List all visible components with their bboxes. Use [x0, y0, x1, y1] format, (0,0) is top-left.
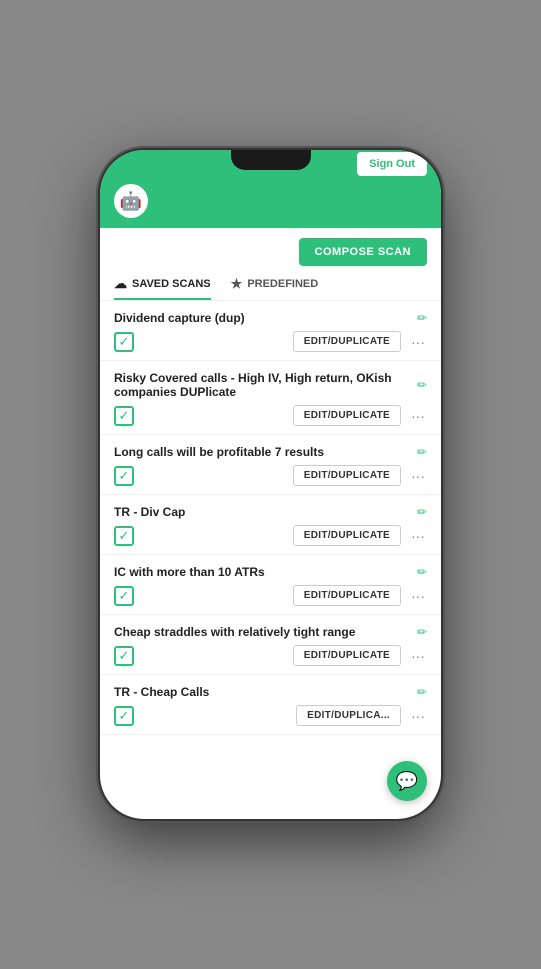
- scan-title: Risky Covered calls - High IV, High retu…: [114, 371, 411, 399]
- phone-screen: Sign Out 🤖 COMPOSE SCAN ☁ SAVED SCANS ★ …: [100, 150, 441, 819]
- scan-title: TR - Cheap Calls: [114, 685, 411, 699]
- logo-icon: 🤖: [114, 184, 148, 218]
- scan-actions: ✓ EDIT/DUPLICATE ···: [114, 585, 427, 606]
- header-logo: 🤖: [114, 184, 148, 218]
- cloud-icon: ☁: [114, 276, 127, 292]
- edit-duplicate-button[interactable]: EDIT/DUPLICATE: [293, 405, 401, 426]
- scan-title-row: TR - Cheap Calls ✏: [114, 685, 427, 699]
- scan-title: Dividend capture (dup): [114, 311, 411, 325]
- scan-item: TR - Cheap Calls ✏ ✓ EDIT/DUPLICA... ···: [100, 675, 441, 735]
- edit-duplicate-button[interactable]: EDIT/DUPLICATE: [293, 585, 401, 606]
- scan-actions: ✓ EDIT/DUPLICATE ···: [114, 465, 427, 486]
- compose-scan-button[interactable]: COMPOSE SCAN: [299, 238, 427, 266]
- tabs: ☁ SAVED SCANS ★ PREDEFINED: [100, 276, 441, 301]
- scan-title-row: Cheap straddles with relatively tight ra…: [114, 625, 427, 639]
- scan-checkbox[interactable]: ✓: [114, 586, 134, 606]
- scan-title-row: Risky Covered calls - High IV, High retu…: [114, 371, 427, 399]
- edit-pencil-icon[interactable]: ✏: [417, 505, 427, 519]
- scan-actions: ✓ EDIT/DUPLICATE ···: [114, 405, 427, 426]
- scan-item: Dividend capture (dup) ✏ ✓ EDIT/DUPLICAT…: [100, 301, 441, 361]
- chat-icon: 💬: [396, 771, 418, 792]
- tab-predefined-label: PREDEFINED: [247, 278, 318, 290]
- scan-title-row: TR - Div Cap ✏: [114, 505, 427, 519]
- compose-bar: COMPOSE SCAN: [100, 228, 441, 276]
- logo-emoji: 🤖: [120, 191, 142, 212]
- more-options-icon[interactable]: ···: [409, 408, 427, 424]
- scan-item: Risky Covered calls - High IV, High retu…: [100, 361, 441, 435]
- more-options-icon[interactable]: ···: [409, 648, 427, 664]
- scan-title-row: Dividend capture (dup) ✏: [114, 311, 427, 325]
- scan-title-row: Long calls will be profitable 7 results …: [114, 445, 427, 459]
- edit-pencil-icon[interactable]: ✏: [417, 685, 427, 699]
- scan-checkbox[interactable]: ✓: [114, 332, 134, 352]
- scan-title: Cheap straddles with relatively tight ra…: [114, 625, 411, 639]
- star-icon: ★: [231, 276, 243, 292]
- edit-pencil-icon[interactable]: ✏: [417, 445, 427, 459]
- scan-checkbox[interactable]: ✓: [114, 406, 134, 426]
- status-bar: Sign Out: [100, 150, 441, 178]
- edit-pencil-icon[interactable]: ✏: [417, 378, 427, 392]
- scan-title: IC with more than 10 ATRs: [114, 565, 411, 579]
- phone-frame: Sign Out 🤖 COMPOSE SCAN ☁ SAVED SCANS ★ …: [100, 150, 441, 819]
- scan-actions: ✓ EDIT/DUPLICA... ···: [114, 705, 427, 726]
- scan-list: Dividend capture (dup) ✏ ✓ EDIT/DUPLICAT…: [100, 301, 441, 819]
- scan-item: TR - Div Cap ✏ ✓ EDIT/DUPLICATE ···: [100, 495, 441, 555]
- edit-duplicate-button[interactable]: EDIT/DUPLICATE: [293, 525, 401, 546]
- scan-actions: ✓ EDIT/DUPLICATE ···: [114, 331, 427, 352]
- more-options-icon[interactable]: ···: [409, 588, 427, 604]
- more-options-icon[interactable]: ···: [409, 708, 427, 724]
- scan-actions: ✓ EDIT/DUPLICATE ···: [114, 645, 427, 666]
- edit-duplicate-button[interactable]: EDIT/DUPLICATE: [293, 465, 401, 486]
- more-options-icon[interactable]: ···: [409, 528, 427, 544]
- scan-checkbox[interactable]: ✓: [114, 526, 134, 546]
- tab-predefined[interactable]: ★ PREDEFINED: [231, 276, 319, 300]
- scan-item: Cheap straddles with relatively tight ra…: [100, 615, 441, 675]
- more-options-icon[interactable]: ···: [409, 468, 427, 484]
- notch: [231, 150, 311, 170]
- tab-saved-scans[interactable]: ☁ SAVED SCANS: [114, 276, 211, 300]
- edit-duplicate-button[interactable]: EDIT/DUPLICA...: [296, 705, 401, 726]
- edit-pencil-icon[interactable]: ✏: [417, 625, 427, 639]
- scan-checkbox[interactable]: ✓: [114, 706, 134, 726]
- edit-duplicate-button[interactable]: EDIT/DUPLICATE: [293, 331, 401, 352]
- scan-actions: ✓ EDIT/DUPLICATE ···: [114, 525, 427, 546]
- edit-pencil-icon[interactable]: ✏: [417, 565, 427, 579]
- scan-checkbox[interactable]: ✓: [114, 466, 134, 486]
- more-options-icon[interactable]: ···: [409, 334, 427, 350]
- scan-item: IC with more than 10 ATRs ✏ ✓ EDIT/DUPLI…: [100, 555, 441, 615]
- edit-duplicate-button[interactable]: EDIT/DUPLICATE: [293, 645, 401, 666]
- scan-title-row: IC with more than 10 ATRs ✏: [114, 565, 427, 579]
- scan-checkbox[interactable]: ✓: [114, 646, 134, 666]
- fab-button[interactable]: 💬: [387, 761, 427, 801]
- scan-item: Long calls will be profitable 7 results …: [100, 435, 441, 495]
- edit-pencil-icon[interactable]: ✏: [417, 311, 427, 325]
- tab-saved-scans-label: SAVED SCANS: [132, 278, 211, 290]
- scan-title: TR - Div Cap: [114, 505, 411, 519]
- sign-out-button[interactable]: Sign Out: [357, 152, 427, 176]
- header: 🤖: [100, 178, 441, 228]
- scan-title: Long calls will be profitable 7 results: [114, 445, 411, 459]
